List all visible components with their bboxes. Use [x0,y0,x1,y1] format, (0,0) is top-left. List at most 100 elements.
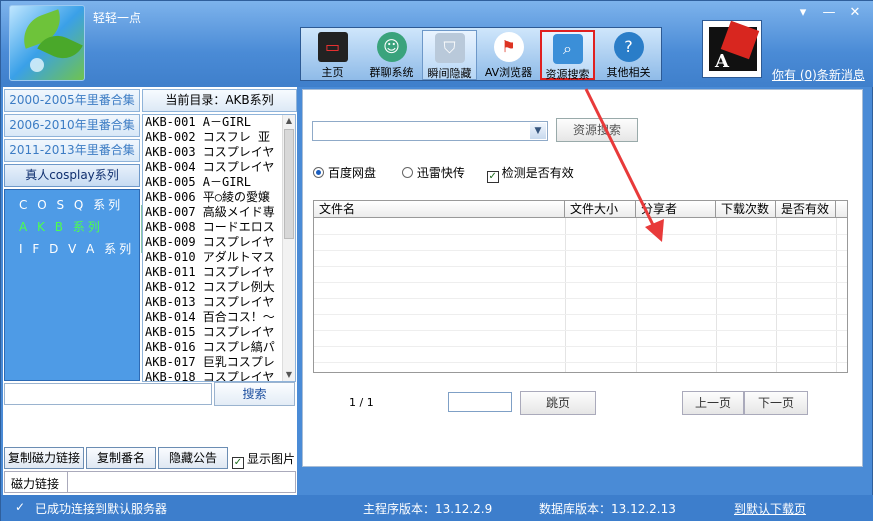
toolbar-chat-button[interactable]: ☺ 群聊系统 [364,30,419,80]
list-item[interactable]: AKB-018 コスプレイヤ [143,370,283,381]
list-item[interactable]: AKB-008 コードエロス [143,220,283,235]
brand-logo: A [702,20,762,78]
grid-row-line [314,250,847,251]
current-directory-label: 当前目录：AKB系列 [142,89,297,112]
default-download-link[interactable]: 到默认下载页 [734,500,806,517]
category-2011-2013[interactable]: 2011-2013年里番合集 [4,139,140,162]
header: 轻轻一点 ▾ — ✕ ▭ 主页 ☺ 群聊系统 ⛉ 瞬间隐藏 ⚑ AV浏览器 ⌕ … [1,1,873,87]
category-2006-2010[interactable]: 2006-2010年里番合集 [4,114,140,137]
next-page-button[interactable]: 下一页 [744,391,808,415]
browser-icon: ⚑ [493,32,524,62]
list-item[interactable]: AKB-006 平○綾の愛嬢 [143,190,283,205]
new-messages-link[interactable]: 你有 (0)条新消息 [772,66,865,83]
copy-magnet-button[interactable]: 复制磁力链接 [4,447,84,469]
search-icon: ⌕ [552,34,583,64]
list-item[interactable]: AKB-017 巨乳コスプレ [143,355,283,370]
grid-row-line [314,266,847,267]
magnet-link-row: 磁力链接 [4,471,296,493]
category-cosplay[interactable]: 真人cosplay系列 [4,164,140,187]
list-item[interactable]: AKB-005 A－GIRL [143,175,283,190]
window-title: 轻轻一点 [93,11,142,25]
close-icon[interactable]: ✕ [842,3,868,23]
toolbar-home-button[interactable]: ▭ 主页 [305,30,360,80]
grid-row-line [314,314,847,315]
toolbar-other-button[interactable]: ? 其他相关 [601,30,656,80]
magnet-link-label: 磁力链接 [11,477,60,491]
jump-page-button[interactable]: 跳页 [520,391,596,415]
list-search-button[interactable]: 搜索 [214,382,295,406]
info-icon: ? [613,32,644,62]
list-item[interactable]: AKB-001 A－GIRL [143,115,283,130]
connected-check-icon: ✓ [15,500,26,514]
minimize-icon[interactable]: — [816,3,842,23]
video-list: AKB-001 A－GIRL AKB-002 コスフレ 亚 AKB-003 コスプレ… [142,114,296,382]
chat-icon: ☺ [376,32,407,62]
subcategory-list: C O S Q 系列 A K B 系列 I F D V A 系列 [4,189,140,381]
list-item[interactable]: AKB-015 コスプレイヤ [143,325,283,340]
grid-row-line [314,298,847,299]
list-item[interactable]: AKB-013 コスプレイヤ [143,295,283,310]
monitor-icon: ▭ [317,32,348,62]
column-filename[interactable]: 文件名 [314,201,565,218]
list-item[interactable]: AKB-014 百合コス！～ [143,310,283,325]
status-bar: ✓ 已成功连接到默认服务器 主程序版本：13.12.2.9 数据库版本：13.1… [1,495,873,521]
hide-notice-button[interactable]: 隐藏公告 [158,447,228,469]
scroll-down-icon[interactable]: ▼ [283,369,295,381]
grid-row-line [314,362,847,363]
shield-icon: ⛉ [434,33,465,63]
results-table: 文件名 文件大小 分享者 下载次数 是否有效 [313,200,848,373]
column-filesize[interactable]: 文件大小 [565,201,636,218]
subcategory-ifdva[interactable]: I F D V A 系列 [19,240,134,257]
list-item[interactable]: AKB-002 コスフレ 亚 [143,130,283,145]
list-item[interactable]: AKB-009 コスプレイヤ [143,235,283,250]
list-item[interactable]: AKB-016 コスプレ縞パ [143,340,283,355]
main-toolbar: ▭ 主页 ☺ 群聊系统 ⛉ 瞬间隐藏 ⚑ AV浏览器 ⌕ 资源搜索 ? 其他相关 [300,27,662,81]
check-valid-checkbox[interactable]: ✓ 检测是否有效 [486,166,574,183]
resource-search-panel: ▼ 资源搜索 百度网盘 迅雷快传 ✓ 检测是否有效 文件名 文件大小 分享者 下载… [302,89,863,467]
copy-code-button[interactable]: 复制番名 [86,447,156,469]
list-scrollbar[interactable]: ▲ ▼ [282,115,295,381]
resource-search-button[interactable]: 资源搜索 [556,118,638,142]
list-search-input[interactable] [4,383,212,405]
scroll-thumb[interactable] [284,129,294,239]
subcategory-cosq[interactable]: C O S Q 系列 [19,196,123,213]
magnet-link-field[interactable] [67,472,295,492]
connection-status: 已成功连接到默认服务器 [35,502,168,516]
app-logo [9,5,85,81]
chevron-down-icon[interactable]: ▼ [530,123,546,139]
list-item[interactable]: AKB-010 アダルトマス [143,250,283,265]
scroll-up-icon[interactable]: ▲ [283,115,295,127]
grid-column-line [776,218,777,372]
list-item[interactable]: AKB-011 コスプレイヤ [143,265,283,280]
column-downloads[interactable]: 下载次数 [716,201,776,218]
grid-row-line [314,282,847,283]
subcategory-akb[interactable]: A K B 系列 [19,218,103,235]
toolbar-resource-search-button[interactable]: ⌕ 资源搜索 [540,30,595,81]
column-sharer[interactable]: 分享者 [636,201,716,218]
menu-dropdown-icon[interactable]: ▾ [790,3,816,23]
keyword-combobox[interactable]: ▼ [312,121,548,141]
baidu-radio[interactable]: 百度网盘 [313,166,376,180]
xunlei-radio[interactable]: 迅雷快传 [401,166,465,180]
list-item[interactable]: AKB-007 高級メイド専 [143,205,283,220]
grid-row-line [314,330,847,331]
column-valid[interactable]: 是否有效 [776,201,836,218]
left-panel: 2000-2005年里番合集 2006-2010年里番合集 2011-2013年… [3,87,297,497]
toolbar-hide-button[interactable]: ⛉ 瞬间隐藏 [422,30,477,80]
list-item[interactable]: AKB-012 コスプレ例大 [143,280,283,295]
list-item[interactable]: AKB-004 コスプレイヤ [143,160,283,175]
source-options: 百度网盘 迅雷快传 ✓ 检测是否有效 [313,164,574,183]
show-images-checkbox[interactable]: ✓ 显示图片 [232,450,295,469]
checkbox-checked-icon: ✓ [232,457,244,469]
main-version: 主程序版本：13.12.2.9 [363,502,493,516]
page-number-input[interactable] [448,392,512,412]
grid-row-line [314,346,847,347]
grid-column-line [565,218,566,372]
category-2000-2005[interactable]: 2000-2005年里番合集 [4,89,140,112]
db-version: 数据库版本：13.12.2.13 [539,502,676,516]
window-controls: ▾ — ✕ [790,3,868,23]
checkbox-checked-icon: ✓ [486,171,499,183]
toolbar-browser-button[interactable]: ⚑ AV浏览器 [481,30,536,80]
prev-page-button[interactable]: 上一页 [682,391,744,415]
list-item[interactable]: AKB-003 コスプレイヤ [143,145,283,160]
